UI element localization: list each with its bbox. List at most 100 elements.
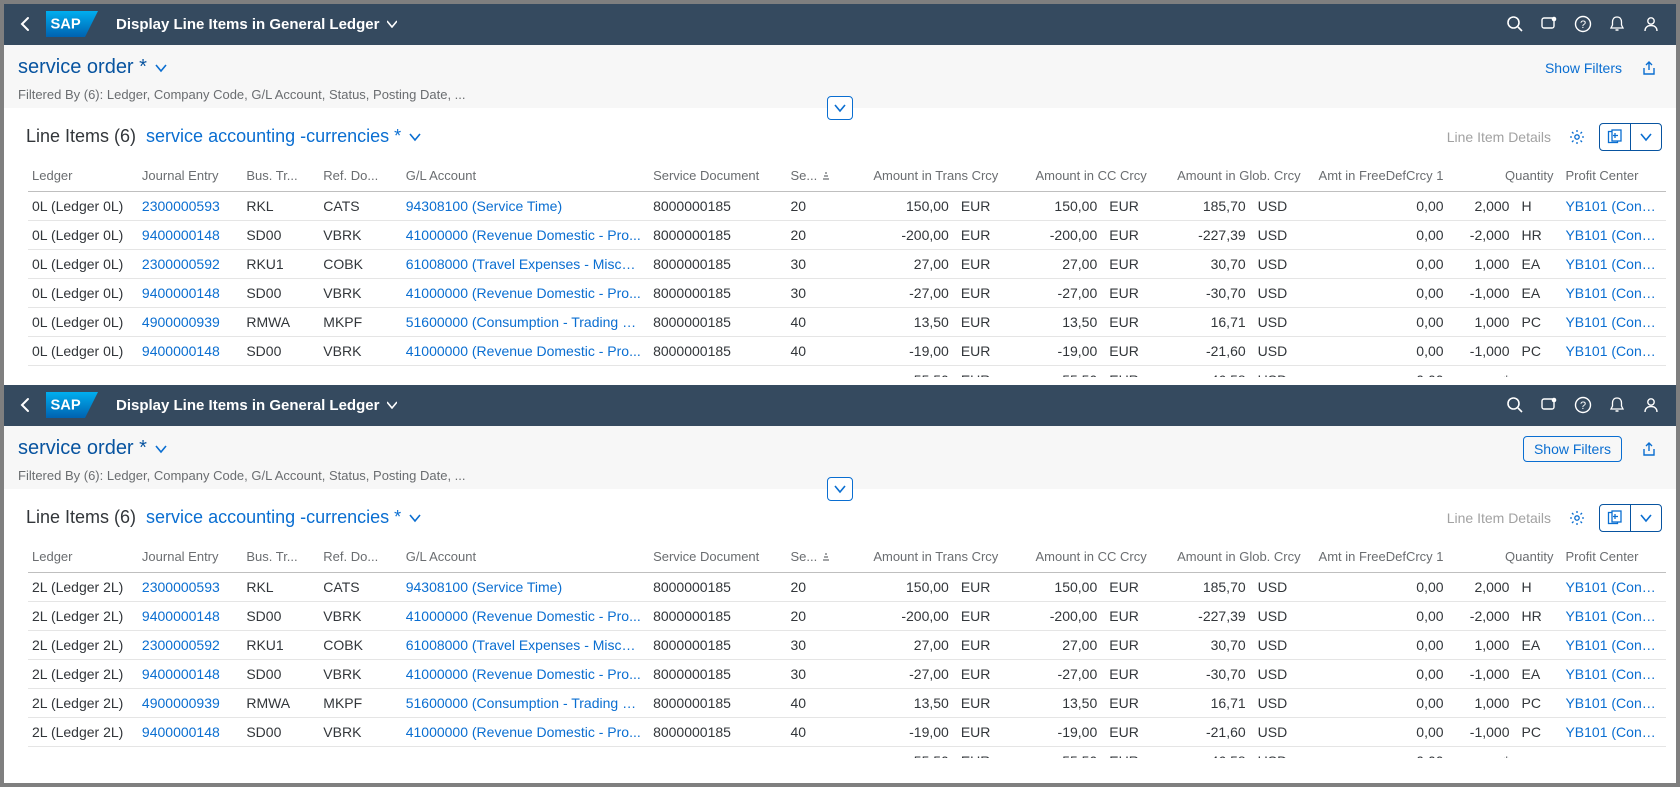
- col-gl[interactable]: G/L Account: [402, 541, 649, 573]
- table-variant-selector[interactable]: service accounting -currencies *: [146, 507, 421, 528]
- show-filters-button[interactable]: Show Filters: [1523, 436, 1622, 462]
- alerts-button[interactable]: [1600, 7, 1634, 41]
- col-qty[interactable]: Quantity: [1452, 160, 1562, 192]
- cell-journal-link[interactable]: 9400000148: [138, 659, 242, 688]
- cell-glaccount-link[interactable]: 41000000 (Revenue Domestic - Pro...: [402, 278, 649, 307]
- show-filters-button[interactable]: Show Filters: [1545, 60, 1622, 76]
- export-button[interactable]: [1600, 124, 1630, 150]
- table-row[interactable]: 0L (Ledger 0L) 9400000148 SD00 VBRK 4100…: [28, 278, 1666, 307]
- table-row[interactable]: 0L (Ledger 0L) 9400000148 SD00 VBRK 4100…: [28, 336, 1666, 365]
- export-button[interactable]: [1600, 505, 1630, 531]
- table-row[interactable]: 0L (Ledger 0L) 9400000148 SD00 VBRK 4100…: [28, 220, 1666, 249]
- cell-profit-center-link[interactable]: YB101 (Consult: [1561, 688, 1666, 717]
- table-row[interactable]: 2L (Ledger 2L) 2300000593 RKL CATS 94308…: [28, 572, 1666, 601]
- settings-button[interactable]: [1561, 503, 1593, 533]
- cell-journal-link[interactable]: 9400000148: [138, 717, 242, 746]
- cell-glaccount-link[interactable]: 41000000 (Revenue Domestic - Pro...: [402, 601, 649, 630]
- variant-selector[interactable]: service order *: [18, 56, 167, 79]
- cell-glaccount-link[interactable]: 41000000 (Revenue Domestic - Pro...: [402, 220, 649, 249]
- notifications-button[interactable]: [1532, 7, 1566, 41]
- cell-glaccount-link[interactable]: 41000000 (Revenue Domestic - Pro...: [402, 336, 649, 365]
- cell-profit-center-link[interactable]: YB101 (Consult: [1561, 220, 1666, 249]
- cell-profit-center-link[interactable]: YB101 (Consult: [1561, 630, 1666, 659]
- app-title-dropdown[interactable]: Display Line Items in General Ledger: [116, 397, 397, 414]
- cell-profit-center-link[interactable]: YB101 (Consult: [1561, 249, 1666, 278]
- col-svcitem[interactable]: Se...: [786, 541, 846, 573]
- cell-journal-link[interactable]: 2300000592: [138, 249, 242, 278]
- cell-glaccount-link[interactable]: 61008000 (Travel Expenses - Miscell...: [402, 630, 649, 659]
- col-amt-cc[interactable]: Amount in CC Crcy: [1006, 541, 1154, 573]
- collapse-filter-button[interactable]: [827, 96, 853, 120]
- collapse-filter-button[interactable]: [827, 477, 853, 501]
- cell-glaccount-link[interactable]: 61008000 (Travel Expenses - Miscell...: [402, 249, 649, 278]
- cell-journal-link[interactable]: 2300000593: [138, 572, 242, 601]
- cell-glaccount-link[interactable]: 94308100 (Service Time): [402, 572, 649, 601]
- col-journal[interactable]: Journal Entry: [138, 541, 242, 573]
- export-menu-button[interactable]: [1630, 124, 1661, 150]
- col-profit[interactable]: Profit Center: [1561, 541, 1666, 573]
- cell-journal-link[interactable]: 2300000593: [138, 191, 242, 220]
- col-refdoc[interactable]: Ref. Do...: [319, 541, 401, 573]
- cell-journal-link[interactable]: 9400000148: [138, 601, 242, 630]
- cell-glaccount-link[interactable]: 41000000 (Revenue Domestic - Pro...: [402, 659, 649, 688]
- help-button[interactable]: ?: [1566, 7, 1600, 41]
- notifications-button[interactable]: [1532, 388, 1566, 422]
- col-amt-glob[interactable]: Amount in Glob. Crcy: [1155, 160, 1309, 192]
- alerts-button[interactable]: [1600, 388, 1634, 422]
- table-row[interactable]: 2L (Ledger 2L) 9400000148 SD00 VBRK 4100…: [28, 659, 1666, 688]
- cell-journal-link[interactable]: 9400000148: [138, 336, 242, 365]
- col-amt-trans[interactable]: Amount in Trans Crcy: [847, 160, 1006, 192]
- sap-logo[interactable]: SAP: [46, 392, 98, 418]
- cell-journal-link[interactable]: 2300000592: [138, 630, 242, 659]
- search-button[interactable]: [1498, 7, 1532, 41]
- share-button[interactable]: [1636, 55, 1662, 81]
- col-amt-free[interactable]: Amt in FreeDefCrcy 1: [1309, 541, 1452, 573]
- col-bustr[interactable]: Bus. Tr...: [242, 160, 319, 192]
- col-refdoc[interactable]: Ref. Do...: [319, 160, 401, 192]
- col-amt-cc[interactable]: Amount in CC Crcy: [1006, 160, 1154, 192]
- app-title-dropdown[interactable]: Display Line Items in General Ledger: [116, 16, 397, 33]
- cell-profit-center-link[interactable]: YB101 (Consult: [1561, 659, 1666, 688]
- cell-profit-center-link[interactable]: YB101 (Consult: [1561, 717, 1666, 746]
- cell-glaccount-link[interactable]: 94308100 (Service Time): [402, 191, 649, 220]
- search-button[interactable]: [1498, 388, 1532, 422]
- cell-journal-link[interactable]: 4900000939: [138, 307, 242, 336]
- table-row[interactable]: 0L (Ledger 0L) 4900000939 RMWA MKPF 5160…: [28, 307, 1666, 336]
- user-button[interactable]: [1634, 388, 1668, 422]
- table-row[interactable]: 2L (Ledger 2L) 4900000939 RMWA MKPF 5160…: [28, 688, 1666, 717]
- table-variant-selector[interactable]: service accounting -currencies *: [146, 126, 421, 147]
- col-ledger[interactable]: Ledger: [28, 160, 138, 192]
- col-amt-glob[interactable]: Amount in Glob. Crcy: [1155, 541, 1309, 573]
- col-svcdoc[interactable]: Service Document: [649, 541, 786, 573]
- cell-profit-center-link[interactable]: YB101 (Consult: [1561, 601, 1666, 630]
- col-bustr[interactable]: Bus. Tr...: [242, 541, 319, 573]
- col-qty[interactable]: Quantity: [1452, 541, 1562, 573]
- table-row[interactable]: 0L (Ledger 0L) 2300000593 RKL CATS 94308…: [28, 191, 1666, 220]
- sap-logo[interactable]: SAP: [46, 11, 98, 37]
- cell-glaccount-link[interactable]: 41000000 (Revenue Domestic - Pro...: [402, 717, 649, 746]
- user-button[interactable]: [1634, 7, 1668, 41]
- cell-profit-center-link[interactable]: YB101 (Consult: [1561, 572, 1666, 601]
- col-svcdoc[interactable]: Service Document: [649, 160, 786, 192]
- back-button[interactable]: [12, 10, 40, 38]
- export-menu-button[interactable]: [1630, 505, 1661, 531]
- cell-glaccount-link[interactable]: 51600000 (Consumption - Trading G...: [402, 307, 649, 336]
- col-ledger[interactable]: Ledger: [28, 541, 138, 573]
- col-journal[interactable]: Journal Entry: [138, 160, 242, 192]
- cell-profit-center-link[interactable]: YB101 (Consult: [1561, 191, 1666, 220]
- help-button[interactable]: ?: [1566, 388, 1600, 422]
- cell-journal-link[interactable]: 4900000939: [138, 688, 242, 717]
- col-amt-trans[interactable]: Amount in Trans Crcy: [847, 541, 1006, 573]
- cell-journal-link[interactable]: 9400000148: [138, 278, 242, 307]
- export-split-button[interactable]: [1599, 504, 1662, 532]
- settings-button[interactable]: [1561, 122, 1593, 152]
- export-split-button[interactable]: [1599, 123, 1662, 151]
- col-amt-free[interactable]: Amt in FreeDefCrcy 1: [1309, 160, 1452, 192]
- cell-profit-center-link[interactable]: YB101 (Consult: [1561, 278, 1666, 307]
- col-profit[interactable]: Profit Center: [1561, 160, 1666, 192]
- table-row[interactable]: 0L (Ledger 0L) 2300000592 RKU1 COBK 6100…: [28, 249, 1666, 278]
- cell-glaccount-link[interactable]: 51600000 (Consumption - Trading G...: [402, 688, 649, 717]
- table-row[interactable]: 2L (Ledger 2L) 2300000592 RKU1 COBK 6100…: [28, 630, 1666, 659]
- table-row[interactable]: 2L (Ledger 2L) 9400000148 SD00 VBRK 4100…: [28, 601, 1666, 630]
- cell-profit-center-link[interactable]: YB101 (Consult: [1561, 307, 1666, 336]
